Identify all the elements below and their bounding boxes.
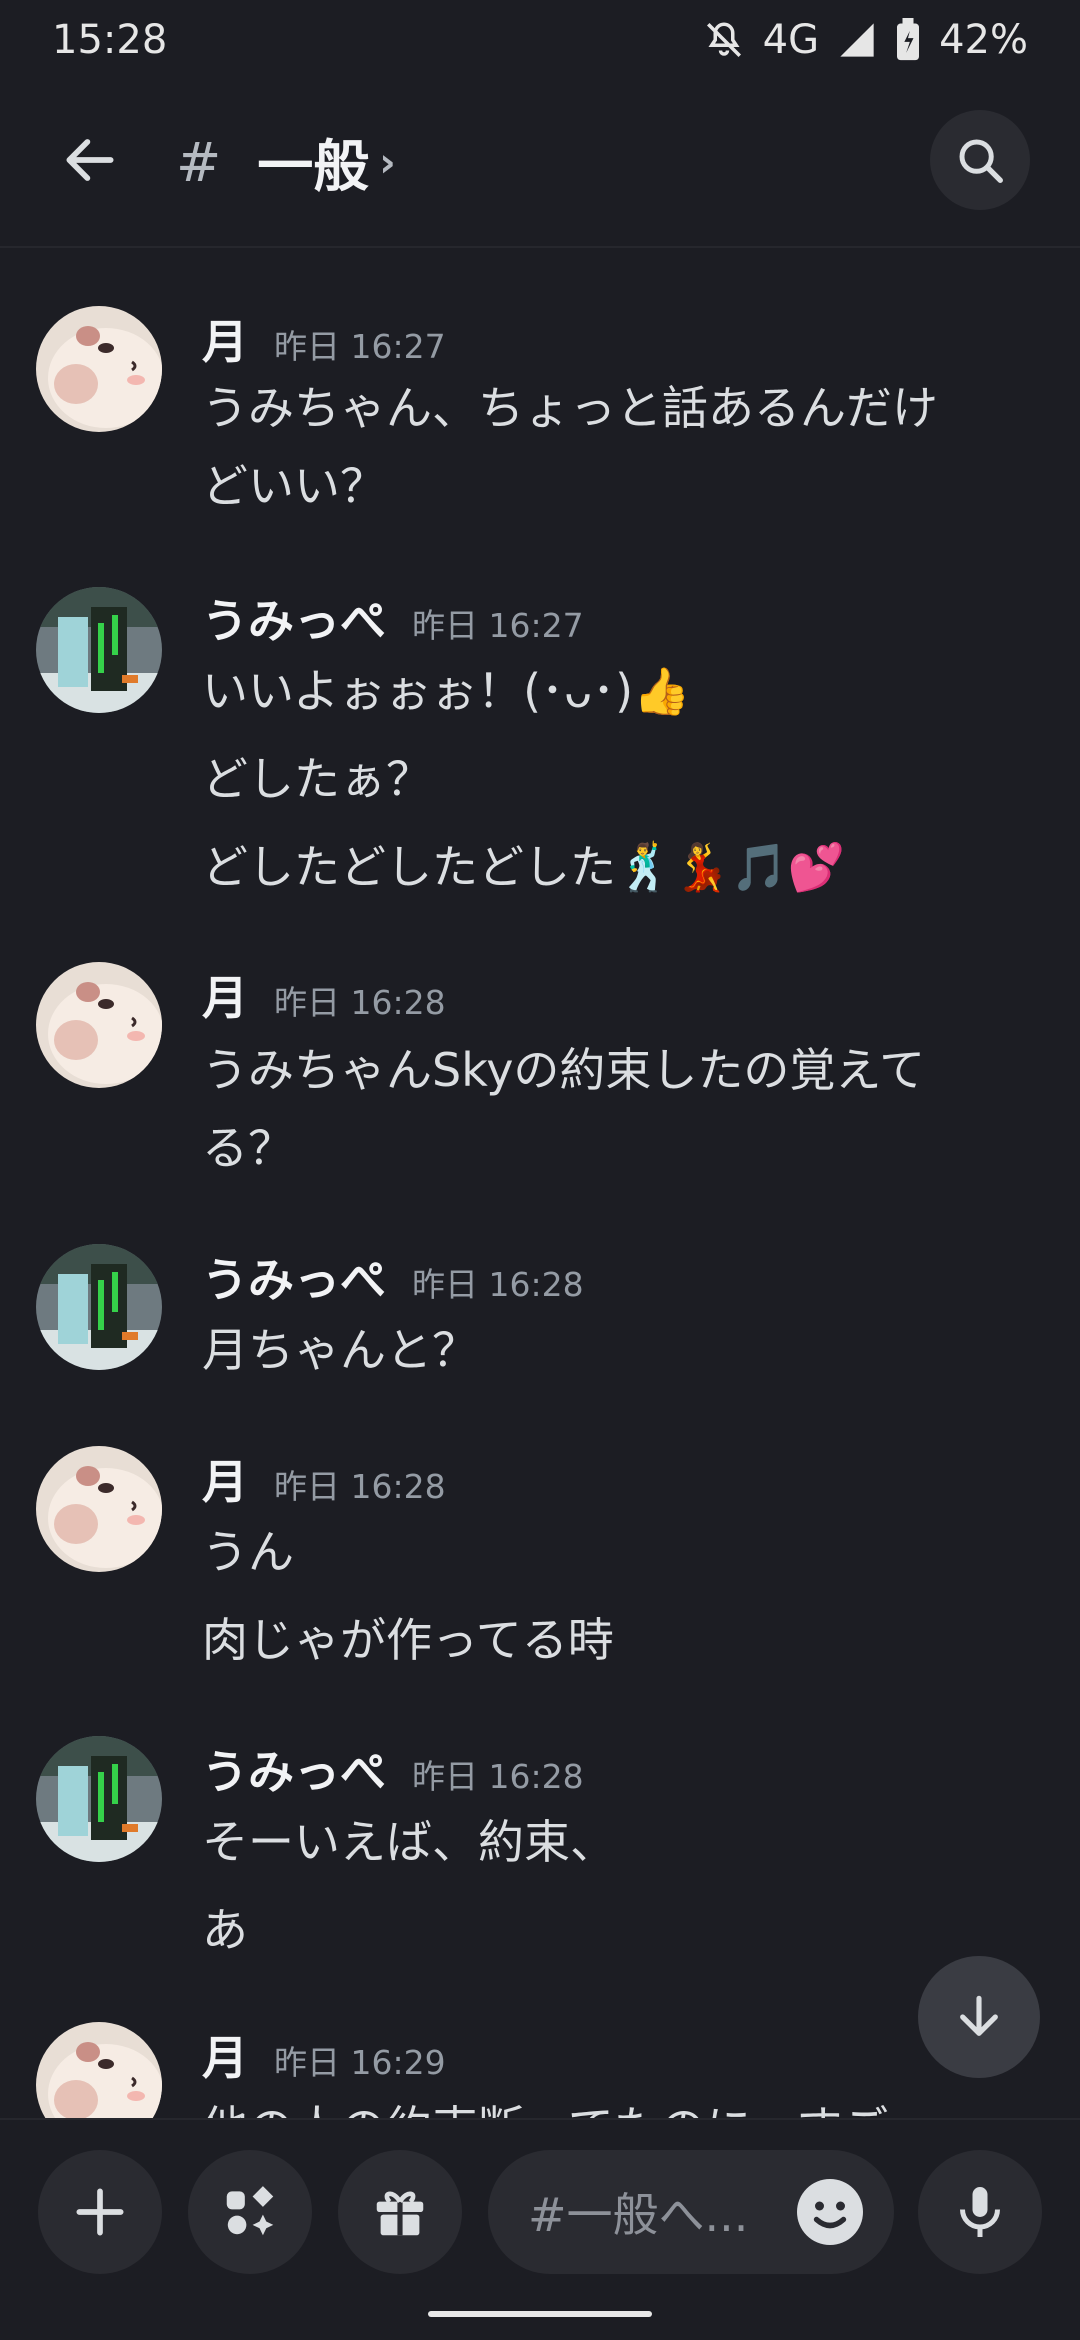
avatar[interactable]: [36, 1244, 162, 1370]
avatar[interactable]: [36, 1446, 162, 1572]
timestamp: 昨日 16:27: [274, 327, 446, 366]
signal-icon: [837, 20, 877, 60]
message-header: うみっぺ 昨日 16:28: [202, 1244, 584, 1310]
timestamp: 昨日 16:29: [274, 2043, 446, 2082]
jump-to-latest-button[interactable]: [918, 1956, 1040, 2078]
voice-message-button[interactable]: [918, 2150, 1042, 2274]
message-text: どしたどしたどした🕺💃🎵💕: [202, 840, 846, 894]
back-button[interactable]: [50, 120, 130, 200]
author-name[interactable]: 月: [202, 1446, 248, 1512]
message[interactable]: うみっぺ 昨日 16:27 いいよぉぉぉ！(･ᴗ･)👍 どしたぁ？ どしたどした…: [0, 585, 1080, 894]
status-bar: 15:28 4G 42%: [0, 0, 1080, 80]
message-header: うみっぺ 昨日 16:27: [202, 585, 584, 651]
author-name[interactable]: 月: [202, 2022, 248, 2088]
message-header: 月 昨日 16:29: [202, 2022, 446, 2088]
gift-icon: [376, 2191, 424, 2236]
message-header: うみっぺ 昨日 16:28: [202, 1736, 584, 1802]
search-button[interactable]: [930, 110, 1030, 210]
status-icons: 4G 42%: [703, 17, 1028, 63]
message-text: 他の人の約束断ってたのに、すご: [202, 2092, 888, 2118]
microphone-icon: [960, 2187, 1000, 2237]
avatar[interactable]: [36, 587, 162, 713]
avatar[interactable]: [36, 306, 162, 432]
apps-button[interactable]: [188, 2150, 312, 2274]
message[interactable]: 月 昨日 16:29 他の人の約束断ってたのに、すご: [0, 2022, 1080, 2118]
message-header: 月 昨日 16:28: [202, 962, 446, 1028]
status-time: 15:28: [52, 17, 168, 63]
message-text: うみちゃん、ちょっと話あるんだけ: [202, 381, 938, 435]
message-composer: #一般へ...: [0, 2118, 1080, 2340]
message-header: 月 昨日 16:28: [202, 1446, 446, 1512]
message[interactable]: うみっぺ 昨日 16:28 月ちゃんと？: [0, 1244, 1080, 1384]
message-text: どしたぁ？: [202, 752, 432, 806]
message-text: あ: [202, 1903, 248, 1957]
search-icon: [959, 139, 1003, 183]
channel-name: 一般: [257, 135, 370, 200]
message-header: 月 昨日 16:27: [202, 306, 446, 372]
author-name[interactable]: 月: [202, 306, 248, 372]
emoji-icon: [797, 2179, 863, 2245]
timestamp: 昨日 16:28: [274, 1467, 446, 1506]
message-list[interactable]: 月 昨日 16:27 うみちゃん、ちょっと話あるんだけ どいい？ うみっぺ 昨日…: [0, 250, 1080, 2118]
message-text: そーいえば、約束、: [202, 1815, 616, 1869]
message[interactable]: 月 昨日 16:28 うみちゃんSkyの約束したの覚えて る？: [0, 962, 1080, 1175]
message-input[interactable]: #一般へ...: [488, 2150, 894, 2274]
chevron-right-icon: ›: [379, 139, 396, 186]
timestamp: 昨日 16:28: [412, 1265, 584, 1304]
avatar[interactable]: [36, 962, 162, 1088]
timestamp: 昨日 16:28: [412, 1757, 584, 1796]
message-text: うみちゃんSkyの約束したの覚えて: [202, 1043, 926, 1097]
message[interactable]: うみっぺ 昨日 16:28 そーいえば、約束、 あ: [0, 1736, 1080, 1957]
author-name[interactable]: うみっぺ: [202, 585, 386, 651]
avatar[interactable]: [36, 2022, 162, 2118]
battery-icon: [895, 18, 921, 62]
arrow-down-icon: [960, 1995, 998, 2036]
battery-level: 42%: [939, 17, 1028, 63]
add-attachment-button[interactable]: [38, 2150, 162, 2274]
bell-off-icon: [703, 19, 745, 61]
avatar[interactable]: [36, 1736, 162, 1862]
message-text: る？: [202, 1121, 294, 1175]
timestamp: 昨日 16:28: [274, 983, 446, 1022]
channel-header: # 一般 ›: [0, 90, 1080, 248]
message-text: うん: [202, 1525, 294, 1579]
arrow-left-icon: [66, 139, 114, 181]
discord-channel-screen: 15:28 4G 42% # 一般 › 月 昨日 16:27 うみちゃん、ちょっ…: [0, 0, 1080, 2340]
gift-button[interactable]: [338, 2150, 462, 2274]
channel-title[interactable]: # 一般 ›: [176, 122, 396, 203]
author-name[interactable]: うみっぺ: [202, 1736, 386, 1802]
emoji-button[interactable]: [794, 2176, 866, 2248]
timestamp: 昨日 16:27: [412, 606, 584, 645]
apps-icon: [226, 2186, 274, 2236]
message[interactable]: 月 昨日 16:28 うん 肉じゃが作ってる時: [0, 1446, 1080, 1667]
plus-icon: [76, 2188, 124, 2236]
hash-icon: #: [176, 131, 222, 194]
message-input-placeholder: #一般へ...: [528, 2188, 749, 2242]
author-name[interactable]: うみっぺ: [202, 1244, 386, 1310]
network-type: 4G: [762, 17, 820, 63]
message-text: 肉じゃが作ってる時: [202, 1613, 614, 1667]
message-text: 月ちゃんと？: [202, 1323, 478, 1377]
author-name[interactable]: 月: [202, 962, 248, 1028]
message[interactable]: 月 昨日 16:27 うみちゃん、ちょっと話あるんだけ どいい？: [0, 300, 1080, 513]
home-indicator[interactable]: [428, 2311, 652, 2317]
message-text: いいよぉぉぉ！(･ᴗ･)👍: [202, 664, 691, 718]
message-text: どいい？: [202, 459, 386, 513]
